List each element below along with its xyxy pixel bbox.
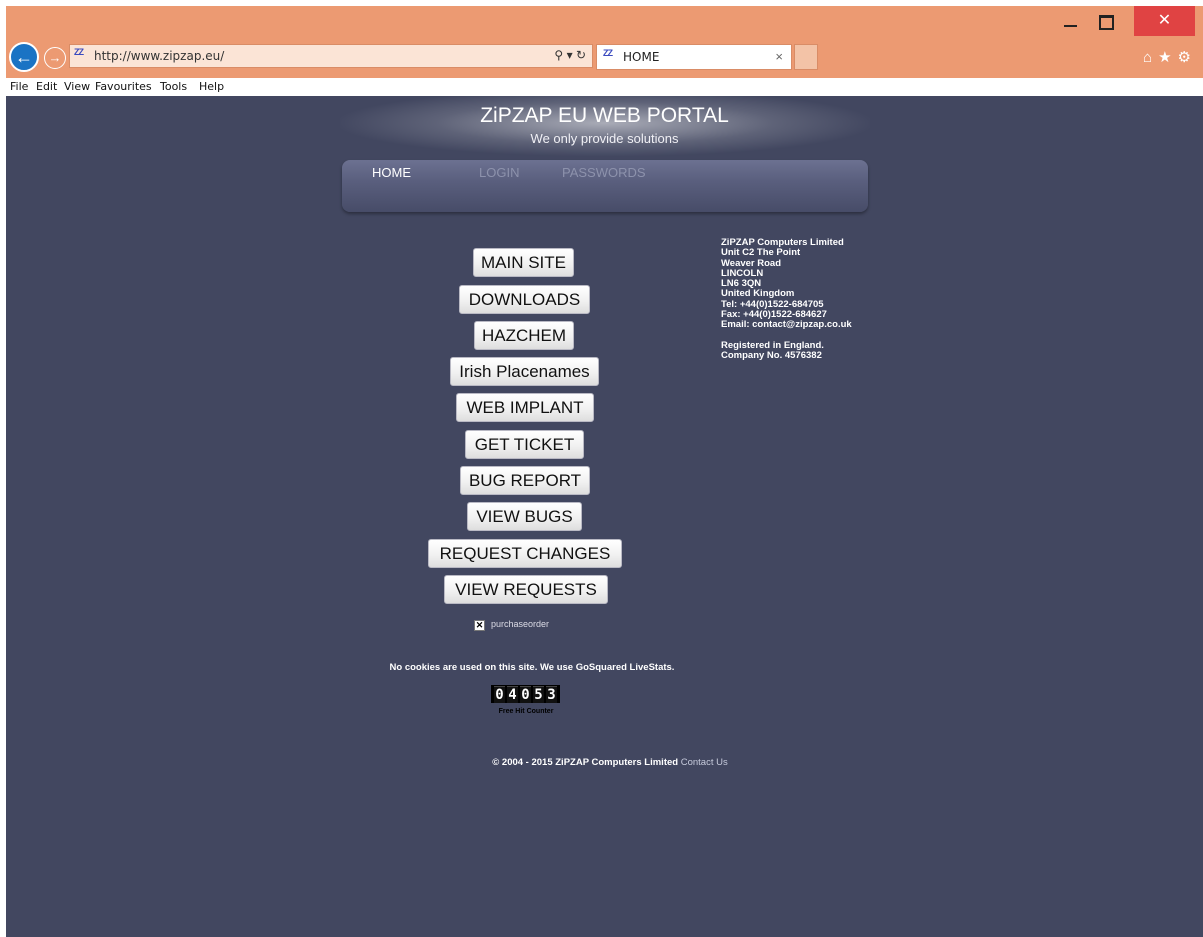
view-bugs-button[interactable]: VIEW BUGS <box>467 502 582 531</box>
page-viewport: ZiPZAP EU WEB PORTAL We only provide sol… <box>6 96 1203 937</box>
request-changes-button[interactable]: REQUEST CHANGES <box>428 539 622 568</box>
counter-digit: 0 <box>520 686 531 703</box>
address-url[interactable]: http://www.zipzap.eu/ <box>94 49 224 63</box>
search-icon[interactable]: ⚲ <box>554 48 563 62</box>
menu-tools[interactable]: Tools <box>160 80 187 93</box>
email: Email: contact@zipzap.co.uk <box>721 319 852 331</box>
hazchem-button[interactable]: HAZCHEM <box>474 321 574 350</box>
hit-counter-label[interactable]: Free Hit Counter <box>491 708 561 715</box>
menu-help[interactable]: Help <box>199 80 224 93</box>
contact-us-link[interactable]: Contact Us <box>681 757 728 768</box>
menu-bar: File Edit View Favourites Tools Help <box>6 78 1203 96</box>
chevron-down-icon[interactable]: ▾ <box>567 48 573 62</box>
tab-home[interactable]: ZZ HOME × <box>596 44 792 70</box>
cookie-notice: No cookies are used on this site. We use… <box>389 662 675 673</box>
new-tab-button[interactable] <box>794 44 818 70</box>
site-tagline: We only provide solutions <box>530 131 679 146</box>
counter-digit: 0 <box>494 686 505 703</box>
browser-window: ✕ ← → ZZ http://www.zipzap.eu/ ⚲ ▾ ↻ ZZ … <box>6 6 1203 937</box>
downloads-button[interactable]: DOWNLOADS <box>459 285 590 314</box>
tab-favicon-icon: ZZ <box>603 49 613 58</box>
counter-digit: 4 <box>507 686 518 703</box>
navigation-row: ← → ZZ http://www.zipzap.eu/ ⚲ ▾ ↻ ZZ HO… <box>6 38 1203 78</box>
broken-image-icon: ✕ <box>474 620 485 631</box>
gear-icon[interactable]: ⚙ <box>1178 49 1197 66</box>
tab-title[interactable]: HOME <box>623 50 659 64</box>
web-implant-button[interactable]: WEB IMPLANT <box>456 393 594 422</box>
address-bar[interactable]: ZZ http://www.zipzap.eu/ ⚲ ▾ ↻ <box>69 44 593 68</box>
forward-icon[interactable]: → <box>44 47 66 69</box>
nav-login[interactable]: LOGIN <box>479 165 519 180</box>
close-icon[interactable]: ✕ <box>1134 6 1195 36</box>
menu-edit[interactable]: Edit <box>36 80 57 93</box>
contact-details: ZiPZAP Computers Limited Unit C2 The Poi… <box>721 237 852 361</box>
title-bar: ✕ <box>6 6 1203 38</box>
counter-digit: 5 <box>533 686 544 703</box>
star-icon[interactable]: ★ <box>1158 49 1177 66</box>
counter-digit: 3 <box>546 686 557 703</box>
main-navbar: HOME LOGIN PASSWORDS <box>342 160 868 212</box>
copyright: © 2004 - 2015 ZiPZAP Computers Limited <box>492 757 679 768</box>
company-number: Company No. 4576382 <box>721 349 822 361</box>
purchase-order-alt-text[interactable]: purchaseorder <box>491 619 549 629</box>
refresh-icon[interactable]: ↻ <box>576 48 586 62</box>
site-title: ZiPZAP EU WEB PORTAL <box>480 104 729 127</box>
nav-home[interactable]: HOME <box>372 165 411 180</box>
maximize-icon[interactable] <box>1088 6 1124 36</box>
tab-close-icon[interactable]: × <box>775 49 783 64</box>
menu-view[interactable]: View <box>64 80 90 93</box>
irish-placenames-button[interactable]: Irish Placenames <box>450 357 599 386</box>
main-site-button[interactable]: MAIN SITE <box>473 248 574 277</box>
hit-counter[interactable]: 04053 <box>491 685 560 703</box>
site-favicon-icon: ZZ <box>74 48 84 57</box>
get-ticket-button[interactable]: GET TICKET <box>465 430 584 459</box>
back-icon[interactable]: ← <box>9 42 39 72</box>
nav-passwords[interactable]: PASSWORDS <box>562 165 646 180</box>
minimize-icon[interactable] <box>1053 6 1087 36</box>
footer: © 2004 - 2015 ZiPZAP Computers Limited C… <box>6 757 1203 768</box>
home-icon[interactable]: ⌂ <box>1143 49 1158 66</box>
bug-report-button[interactable]: BUG REPORT <box>460 466 590 495</box>
view-requests-button[interactable]: VIEW REQUESTS <box>444 575 608 604</box>
menu-file[interactable]: File <box>10 80 28 93</box>
menu-favourites[interactable]: Favourites <box>95 80 152 93</box>
